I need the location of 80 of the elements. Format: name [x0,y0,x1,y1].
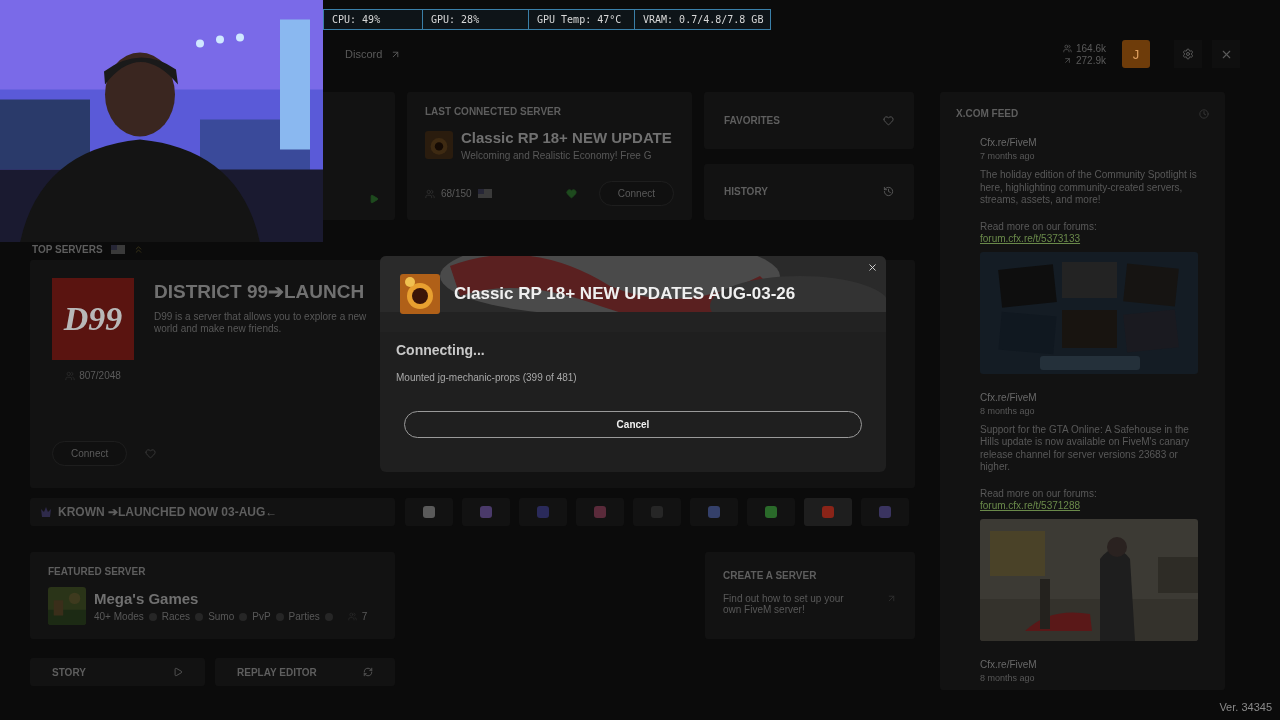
server-tile[interactable] [462,498,510,526]
post-text: Read more on our forums: [980,487,1098,499]
panel-label: FAVORITES [724,114,780,126]
stat-readout: GPU Temp: 47°C [528,10,634,29]
stat-readout: CPU: 49% [331,13,382,27]
play-icon [173,667,183,677]
card-description: Find out how to set up your own FiveM server! [723,593,845,615]
connect-button[interactable]: Connect [598,181,674,206]
server-tile[interactable] [576,498,624,526]
banner-title: KROWN ➔LAUNCHED NOW 03-AUG← [58,505,278,519]
server-logo: D99 [52,278,134,360]
play-icon [369,194,379,204]
settings-icon [1182,48,1194,60]
connect-button[interactable]: Connect [52,441,128,466]
server-tile[interactable] [747,498,795,526]
history-icon [883,186,894,198]
server-name: DISTRICT 99➔LAUNCH [154,280,366,303]
post-time: 8 months ago [980,672,1036,683]
server-banner[interactable]: KROWN ➔LAUNCHED NOW 03-AUG← [30,498,395,526]
users-icon [1062,43,1072,53]
section-heading: LAST CONNECTED SERVER [425,106,562,117]
server-tag: PvP [252,611,271,622]
post-author: Cfx.re/FiveM [980,391,1038,403]
server-tile[interactable] [690,498,738,526]
feed-heading: X.COM FEED [956,108,1019,119]
post-text: Support for the GTA Online: A Safehouse in the Hills update is now available on FiveM's canary release channel for server versions 23683 or higher. [980,423,1191,474]
server-name: Mega's Games [94,590,200,607]
server-description: D99 is a server that allows you to explore a new world and make new friends. [154,311,368,335]
connection-detail: Mounted jg-mechanic-props (399 of 481) [396,372,578,383]
arrow-icon [886,593,897,604]
post-link[interactable]: forum.cfx.re/t/5371288 [980,499,1200,511]
post-author: Cfx.re/FiveM [980,658,1038,670]
server-tag: Sumo [208,611,235,622]
crown-icon [40,506,52,518]
users-icon [425,188,435,199]
post-text: The holiday edition of the Community Spotlight is here, highlighting community-created servers, streams, assets, and more! [980,169,1198,207]
section-heading: TOP SERVERS [32,243,103,255]
server-tile[interactable] [633,498,681,526]
section-heading: CREATE A SERVER [723,570,818,581]
player-count: 164.6k [1075,42,1106,54]
stat-readout: GPU: 28% [422,10,528,29]
server-name: Classic RP 18+ NEW UPDATE [461,129,672,146]
post-link[interactable]: forum.cfx.re/t/5373133 [980,232,1200,244]
server-tile[interactable] [804,498,852,526]
post-time: 8 months ago [980,405,1036,416]
settings-button[interactable] [1174,40,1202,68]
server-tile[interactable] [861,498,909,526]
stat-readout: VRAM: 0.7/4.8/7.8 GB [634,10,770,29]
player-count: 7 [361,611,368,622]
arrow-icon [1062,55,1072,65]
avatar-button[interactable]: J [1122,40,1150,68]
server-tag: Races [161,611,191,622]
discord-link[interactable]: Discord [345,48,402,60]
server-tile[interactable] [519,498,567,526]
flag-icon [110,244,125,254]
server-tile[interactable] [405,498,453,526]
player-count: 807/2048 [79,370,121,381]
create-server-card[interactable]: CREATE A SERVER Find out how to set up your own FiveM server! [705,552,915,639]
post-author: Cfx.re/FiveM [980,137,1038,148]
refresh-icon [363,667,373,677]
post-time: 7 months ago [980,151,1036,161]
flag-icon [477,189,492,198]
connection-status: Connecting... [396,342,486,358]
side-panel[interactable]: FAVORITES [704,92,914,149]
favorite-icon[interactable] [565,188,577,199]
panel-label: HISTORY [724,186,768,198]
server-tag: 40+ Modes [94,611,144,622]
section-heading: FEATURED SERVER [48,566,147,577]
server-description: Welcoming and Realistic Economy! Free G [461,150,653,161]
favorite-icon[interactable] [145,448,157,459]
post-text: Read more on our forums: [980,220,1098,232]
side-panel[interactable]: HISTORY [704,163,914,220]
player-count: 68/150 [441,188,472,199]
heart-icon [883,114,894,126]
clock-icon [1199,108,1209,119]
menu-button[interactable]: REPLAY EDITOR [215,658,395,686]
server-count: 272.9k [1075,54,1106,66]
server-tag: Parties [288,611,320,622]
version-label: Ver. 34345 [1219,701,1272,713]
menu-button[interactable]: STORY [30,658,205,686]
